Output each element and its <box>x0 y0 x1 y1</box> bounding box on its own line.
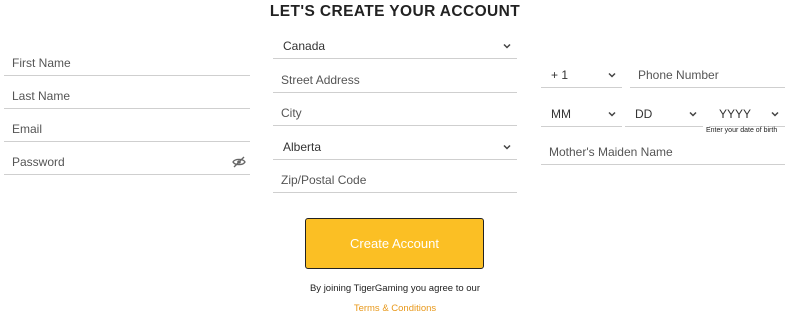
month-select[interactable]: MM <box>541 103 622 127</box>
email-input[interactable] <box>4 118 250 140</box>
password-input[interactable] <box>4 151 250 173</box>
last-name-input[interactable] <box>4 85 250 107</box>
agreement-text: By joining TigerGaming you agree to our <box>309 283 481 294</box>
email-field[interactable] <box>4 118 250 142</box>
month-value: MM <box>551 107 571 121</box>
terms-link[interactable]: Terms & Conditions <box>0 303 790 314</box>
last-name-field[interactable] <box>4 85 250 109</box>
password-field[interactable] <box>4 151 250 175</box>
postal-code-input[interactable] <box>273 169 517 191</box>
phone-number-input[interactable] <box>630 64 785 86</box>
chevron-down-icon <box>771 111 779 117</box>
chevron-down-icon <box>608 72 616 78</box>
day-value: DD <box>635 107 653 121</box>
maiden-name-field[interactable] <box>541 141 785 165</box>
city-input[interactable] <box>273 102 517 124</box>
phone-code-select[interactable]: + 1 <box>541 64 622 88</box>
phone-number-field[interactable] <box>630 64 785 88</box>
city-field[interactable] <box>273 102 517 126</box>
street-address-field[interactable] <box>273 69 517 93</box>
create-account-button[interactable]: Create Account <box>305 218 484 269</box>
postal-code-field[interactable] <box>273 169 517 193</box>
province-select[interactable]: Alberta <box>273 136 517 160</box>
phone-code-value: + 1 <box>551 68 569 82</box>
year-value: YYYY <box>719 107 752 121</box>
chevron-down-icon <box>689 111 697 117</box>
year-select[interactable]: YYYY <box>709 103 785 127</box>
dob-hint: Enter your date of birth <box>706 127 778 134</box>
province-value: Alberta <box>283 140 322 154</box>
chevron-down-icon <box>608 111 616 117</box>
maiden-name-input[interactable] <box>541 141 785 163</box>
page-title: LET'S CREATE YOUR ACCOUNT <box>269 3 521 20</box>
country-select[interactable]: Canada <box>273 35 517 59</box>
first-name-input[interactable] <box>4 52 250 74</box>
chevron-down-icon <box>503 43 511 49</box>
country-value: Canada <box>283 39 326 53</box>
eye-slash-icon[interactable] <box>232 156 246 168</box>
chevron-down-icon <box>503 144 511 150</box>
day-select[interactable]: DD <box>625 103 703 127</box>
street-address-input[interactable] <box>273 69 517 91</box>
first-name-field[interactable] <box>4 52 250 76</box>
